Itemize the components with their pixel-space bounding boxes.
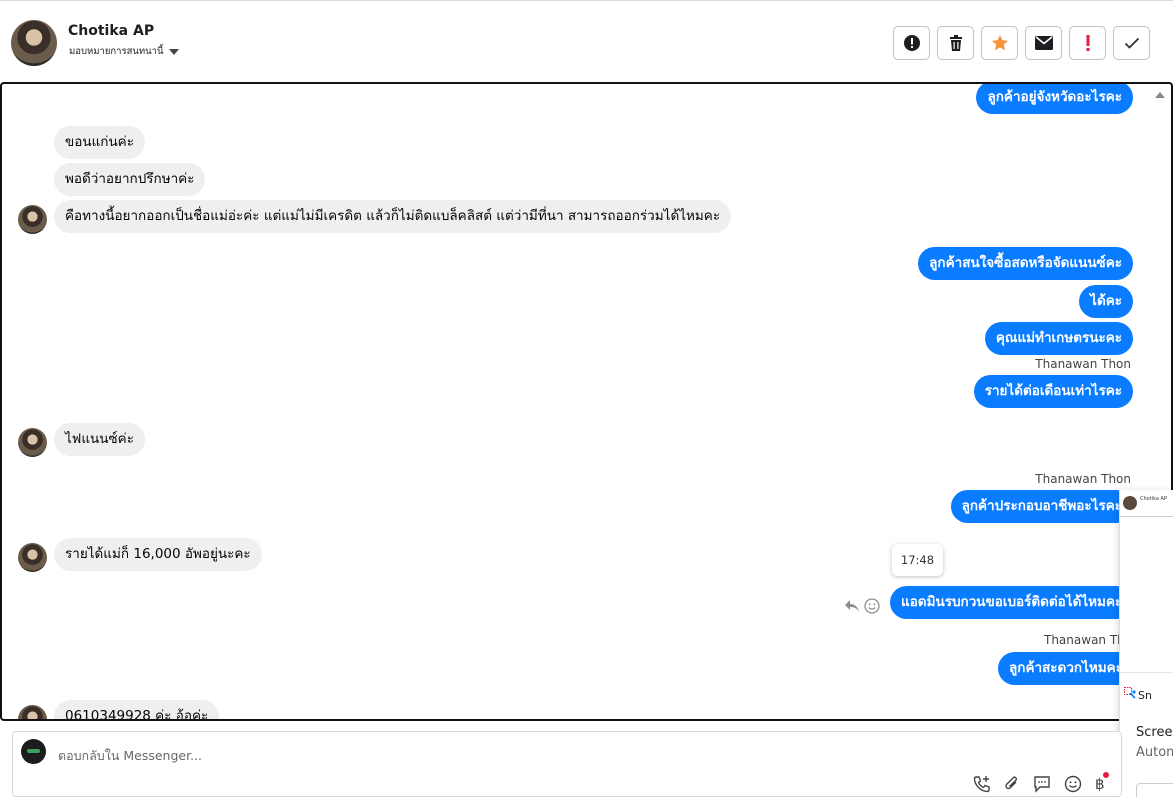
important-button[interactable]: [1069, 26, 1106, 60]
trash-icon: [949, 35, 962, 51]
thumbnail-avatar: [1123, 496, 1137, 510]
saved-replies-icon[interactable]: [1033, 775, 1051, 793]
message-incoming[interactable]: ขอนแก่นค่ะ: [54, 126, 145, 159]
star-icon: [991, 35, 1008, 51]
sender-name: Thanawan Thon: [1035, 472, 1131, 486]
assign-conversation-dropdown[interactable]: มอบหมายการสนทนานี้: [69, 44, 179, 59]
notification-dot: [1102, 772, 1109, 778]
notification-app-name: Sn: [1138, 689, 1152, 702]
important-icon: [1086, 35, 1089, 51]
star-button[interactable]: [981, 26, 1018, 60]
reply-composer[interactable]: ตอบกลับใน Messenger... ฿: [12, 731, 1122, 797]
check-icon: [1124, 37, 1139, 49]
contact-avatar-small: [18, 543, 47, 572]
message-hover-actions: [844, 598, 880, 614]
message-incoming[interactable]: รายได้แม่ก็ 16,000 อัพอยู่นะคะ: [54, 538, 262, 571]
call-add-icon[interactable]: [973, 775, 991, 793]
notification-action-button[interactable]: [1136, 783, 1173, 797]
message-incoming[interactable]: พอดีว่าอยากปรึกษาค่ะ: [54, 163, 206, 196]
notification-card[interactable]: Sn Screen Autom: [1120, 672, 1173, 797]
reply-input[interactable]: ตอบกลับใน Messenger...: [58, 746, 202, 766]
payment-baht-icon[interactable]: ฿: [1095, 772, 1109, 793]
message-outgoing[interactable]: ลูกค้าอยู่จังหวัดอะไรคะ: [976, 84, 1133, 114]
thumbnail-divider: [1120, 516, 1173, 517]
reply-icon[interactable]: [844, 599, 860, 613]
delete-button[interactable]: [937, 26, 974, 60]
sender-name: Thanawan Thon: [1035, 357, 1131, 371]
snipping-tool-icon: [1124, 687, 1136, 699]
contact-avatar-small: [18, 428, 47, 457]
message-outgoing[interactable]: ลูกค้าสะดวกไหมคะ: [998, 652, 1134, 685]
page-avatar: [21, 739, 46, 764]
contact-name[interactable]: Chotika AP: [68, 23, 154, 39]
scroll-up-icon[interactable]: [1155, 92, 1165, 98]
chevron-down-icon: [168, 48, 179, 55]
snipping-tool-notification[interactable]: Chotika AP Sn Screen Autom: [1119, 490, 1173, 797]
mark-done-button[interactable]: [1113, 26, 1150, 60]
report-icon: [903, 35, 920, 51]
composer-toolbar: ฿: [973, 772, 1109, 793]
contact-avatar-small: [18, 705, 47, 719]
message-outgoing[interactable]: รายได้ต่อเดือนเท่าไรคะ: [973, 375, 1133, 408]
timestamp-tooltip: 17:48: [892, 544, 943, 576]
contact-avatar[interactable]: [11, 20, 57, 66]
message-outgoing[interactable]: ได้คะ: [1079, 285, 1133, 318]
thumbnail-title: Chotika AP: [1140, 496, 1167, 502]
message-outgoing[interactable]: แอดมินรบกวนขอเบอร์ติดต่อได้ไหมคะ: [890, 586, 1134, 619]
notification-title: Screen: [1136, 725, 1173, 740]
action-toolbar: [893, 26, 1150, 60]
emoji-icon[interactable]: [1064, 775, 1082, 793]
mail-icon: [1034, 36, 1053, 50]
conversation-header: Chotika AP มอบหมายการสนทนานี้: [0, 5, 1173, 82]
attachment-icon[interactable]: [1004, 775, 1020, 793]
report-button[interactable]: [893, 26, 930, 60]
message-thread[interactable]: ลูกค้าอยู่จังหวัดอะไรคะ ขอนแก่นค่ะ พอดีว…: [0, 82, 1173, 721]
message-incoming[interactable]: คือทางนี้อยากออกเป็นชื่อแม่อ่ะค่ะ แต่แม่…: [54, 200, 732, 233]
message-outgoing[interactable]: คุณแม่ทำเกษตรนะคะ: [984, 322, 1133, 355]
emoji-react-icon[interactable]: [864, 598, 880, 614]
notification-body: Autom: [1136, 745, 1173, 760]
message-incoming[interactable]: ไฟแนนซ์ค่ะ: [54, 423, 145, 456]
message-outgoing[interactable]: ลูกค้าสนใจซื้อสดหรือจัดแนนซ์คะ: [918, 247, 1133, 280]
contact-avatar-small: [18, 205, 47, 234]
assign-label: มอบหมายการสนทนานี้: [69, 46, 164, 57]
mark-unread-button[interactable]: [1025, 26, 1062, 60]
message-incoming[interactable]: 0610349928 ค่ะ อ้อค่ะ: [54, 700, 220, 719]
message-outgoing[interactable]: ลูกค้าประกอบอาชีพอะไรคะ: [950, 490, 1133, 523]
